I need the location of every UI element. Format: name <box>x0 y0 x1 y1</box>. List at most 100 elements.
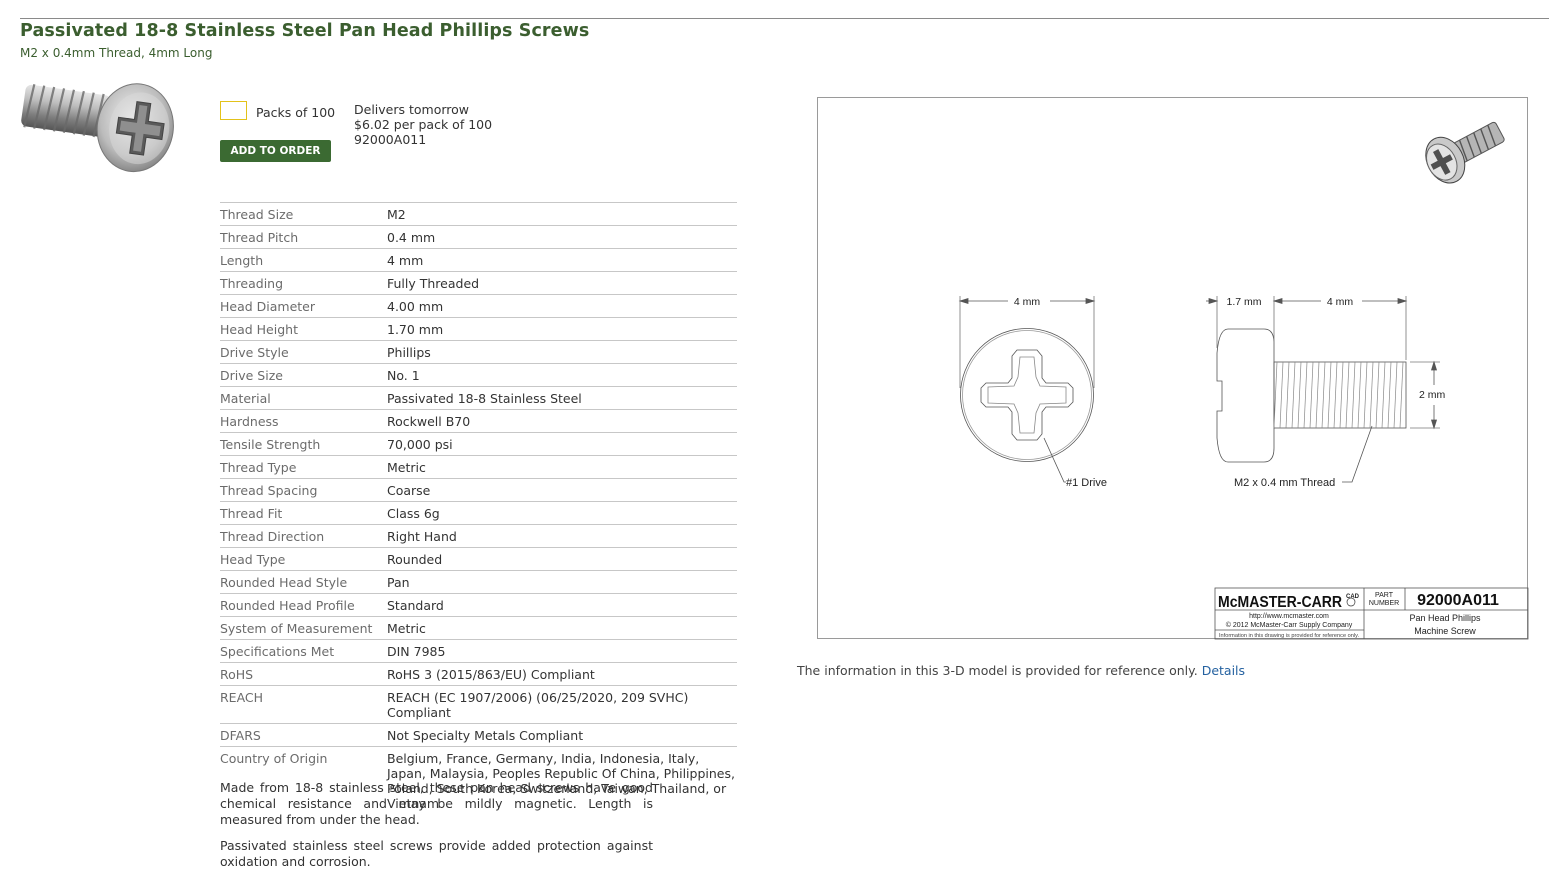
drawing-desc-line1: Pan Head Phillips <box>1409 613 1481 623</box>
drive-label: #1 Drive <box>1066 477 1107 489</box>
spec-key: Drive Style <box>220 340 387 364</box>
spec-key: Thread Pitch <box>220 225 387 249</box>
spec-row: Rounded Head Profile Standard <box>220 593 737 617</box>
spec-value: 70,000 psi <box>387 432 737 456</box>
spec-key: Tensile Strength <box>220 432 387 456</box>
spec-row: Tensile Strength 70,000 psi <box>220 432 737 456</box>
spec-value: Phillips <box>387 340 737 364</box>
spec-row: Thread Direction Right Hand <box>220 524 737 548</box>
spec-value: 4.00 mm <box>387 294 737 318</box>
spec-row: Rounded Head Style Pan <box>220 570 737 594</box>
spec-row: Specifications Met DIN 7985 <box>220 639 737 663</box>
screw-side-view <box>1206 296 1440 483</box>
spec-key: Hardness <box>220 409 387 433</box>
quantity-input[interactable] <box>220 101 247 120</box>
spec-row: Drive Style Phillips <box>220 340 737 364</box>
website-text: http://www.mcmaster.com <box>1249 613 1329 620</box>
spec-value: DIN 7985 <box>387 639 737 663</box>
spec-row: Head Height 1.70 mm <box>220 317 737 341</box>
spec-key: Rounded Head Profile <box>220 593 387 617</box>
add-to-order-button[interactable]: ADD TO ORDER <box>220 140 331 162</box>
spec-key: System of Measurement <box>220 616 387 640</box>
spec-key: REACH <box>220 685 387 724</box>
cad-drawing: 4 mm #1 Drive 1.7 mm 4 mm 2 mm M2 x 0.4 … <box>817 97 1529 640</box>
product-title: Passivated 18-8 Stainless Steel Pan Head… <box>20 21 590 41</box>
spec-key: Material <box>220 386 387 410</box>
dim-head-diameter-label: 4 mm <box>1014 296 1041 308</box>
spec-key: Thread Fit <box>220 501 387 525</box>
spec-row: Threading Fully Threaded <box>220 271 737 295</box>
spec-key: Thread Type <box>220 455 387 479</box>
spec-row: Thread Pitch 0.4 mm <box>220 225 737 249</box>
thread-label: M2 x 0.4 mm Thread <box>1234 477 1335 489</box>
spec-value: Standard <box>387 593 737 617</box>
spec-value: Metric <box>387 455 737 479</box>
delivery-info: Delivers tomorrow $6.02 per pack of 100 … <box>354 102 492 147</box>
head-front-view <box>958 296 1096 483</box>
spec-key: Specifications Met <box>220 639 387 663</box>
spec-value: REACH (EC 1907/2006) (06/25/2020, 209 SV… <box>387 685 737 724</box>
spec-key: Length <box>220 248 387 272</box>
spec-row: System of Measurement Metric <box>220 616 737 640</box>
price-text: $6.02 per pack of 100 <box>354 117 493 132</box>
drawing-desc-line2: Machine Screw <box>1414 626 1476 636</box>
spec-key: Threading <box>220 271 387 295</box>
spec-row: Drive Size No. 1 <box>220 363 737 387</box>
spec-row: Thread Type Metric <box>220 455 737 479</box>
spec-value: Class 6g <box>387 501 737 525</box>
dim-length-label: 4 mm <box>1327 296 1354 308</box>
drawing-part-number: 92000A011 <box>1417 592 1499 609</box>
product-subtitle: M2 x 0.4mm Thread, 4mm Long <box>20 46 213 60</box>
spec-value: Pan <box>387 570 737 594</box>
spec-key: Head Type <box>220 547 387 571</box>
spec-row: Thread Spacing Coarse <box>220 478 737 502</box>
description-paragraph: Made from 18-8 stainless steel, these pa… <box>220 780 653 827</box>
spec-value: Metric <box>387 616 737 640</box>
description-paragraph: Passivated stainless steel screws provid… <box>220 838 653 869</box>
dim-thread-diameter-label: 2 mm <box>1419 389 1446 401</box>
spec-value: Rockwell B70 <box>387 409 737 433</box>
spec-key: Thread Direction <box>220 524 387 548</box>
spec-value: 4 mm <box>387 248 737 272</box>
copyright-text: © 2012 McMaster-Carr Supply Company <box>1226 621 1353 629</box>
spec-key: Thread Size <box>220 202 387 226</box>
spec-row: Thread Fit Class 6g <box>220 501 737 525</box>
pack-size-label: Packs of 100 <box>256 105 336 120</box>
iso-screw-image <box>1425 121 1505 184</box>
part-number-text: 92000A011 <box>354 132 427 147</box>
spec-value: No. 1 <box>387 363 737 387</box>
spec-value: Rounded <box>387 547 737 571</box>
spec-value: Passivated 18-8 Stainless Steel <box>387 386 737 410</box>
dim-head-height-label: 1.7 mm <box>1226 296 1261 308</box>
reference-note-text: The information in this 3-D model is pro… <box>797 663 1198 678</box>
spec-key: DFARS <box>220 723 387 747</box>
spec-value: 1.70 mm <box>387 317 737 341</box>
spec-value: RoHS 3 (2015/863/EU) Compliant <box>387 662 737 686</box>
spec-value: Right Hand <box>387 524 737 548</box>
spec-key: Head Diameter <box>220 294 387 318</box>
product-image <box>14 74 174 194</box>
specifications-table: Thread Size M2 Thread Pitch 0.4 mm Length 4 m… <box>220 202 737 814</box>
spec-key: RoHS <box>220 662 387 686</box>
spec-value: Coarse <box>387 478 737 502</box>
number-label: NUMBER <box>1369 600 1399 607</box>
header-divider <box>20 18 1549 19</box>
spec-row: REACH REACH (EC 1907/2006) (06/25/2020, 2… <box>220 685 737 724</box>
spec-row: Length 4 mm <box>220 248 737 272</box>
brand-logo: McMASTER-CARR <box>1218 594 1342 611</box>
spec-value: 0.4 mm <box>387 225 737 249</box>
delivery-text: Delivers tomorrow <box>354 102 470 117</box>
spec-key: Head Height <box>220 317 387 341</box>
spec-row: Head Type Rounded <box>220 547 737 571</box>
spec-row: Thread Size M2 <box>220 202 737 226</box>
part-label: PART <box>1375 592 1394 599</box>
spec-row: RoHS RoHS 3 (2015/863/EU) Compliant <box>220 662 737 686</box>
reference-note: The information in this 3-D model is pro… <box>797 663 1245 678</box>
spec-value: Not Specialty Metals Compliant <box>387 723 737 747</box>
spec-value: M2 <box>387 202 737 226</box>
details-link[interactable]: Details <box>1202 663 1245 678</box>
spec-key: Drive Size <box>220 363 387 387</box>
disclaimer-text: Information in this drawing is provided … <box>1219 633 1359 639</box>
spec-row: Hardness Rockwell B70 <box>220 409 737 433</box>
spec-row: Material Passivated 18-8 Stainless Steel <box>220 386 737 410</box>
